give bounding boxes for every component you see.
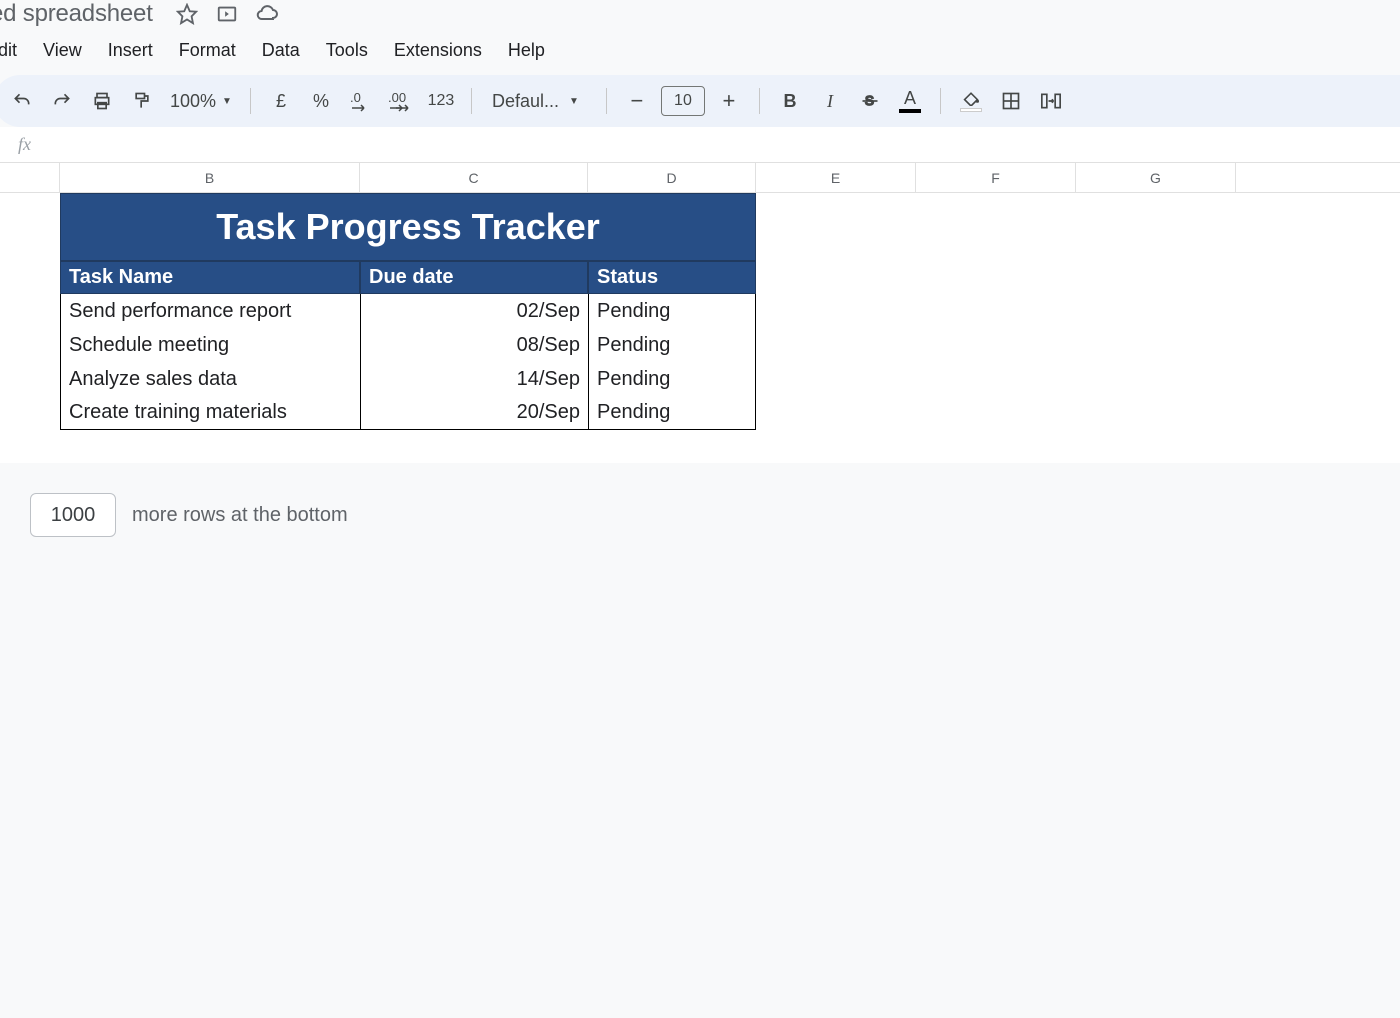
cell-due-date[interactable]: 20/Sep (360, 396, 588, 430)
increase-font-size-button[interactable]: + (711, 83, 747, 119)
paint-format-icon[interactable] (124, 83, 160, 119)
menu-help[interactable]: Help (496, 36, 557, 65)
svg-text:.00: .00 (388, 90, 406, 105)
column-header-c[interactable]: C (360, 163, 588, 192)
decrease-font-size-button[interactable]: − (619, 83, 655, 119)
title-row: ed spreadsheet (0, 0, 1400, 32)
table-header-row: Task Name Due date Status (60, 261, 756, 294)
add-rows-input[interactable] (30, 493, 116, 537)
select-all-corner[interactable] (0, 163, 60, 192)
table-title[interactable]: Task Progress Tracker (60, 193, 756, 261)
column-header-d[interactable]: D (588, 163, 756, 192)
header: ed spreadsheet dit View Insert Format Da… (0, 0, 1400, 127)
menu-format[interactable]: Format (167, 36, 248, 65)
merge-cells-button[interactable] (1033, 83, 1069, 119)
more-rows-label: more rows at the bottom (132, 504, 348, 527)
cell-task-name[interactable]: Send performance report (60, 294, 360, 328)
sheet-area: B C D E F G Task Progress Tracker Task N… (0, 163, 1400, 463)
increase-decimal-icon[interactable]: .00 (383, 83, 419, 119)
number-format-button[interactable]: 123 (423, 83, 459, 119)
decrease-decimal-icon[interactable]: .0 (343, 83, 379, 119)
menu-extensions[interactable]: Extensions (382, 36, 494, 65)
move-icon[interactable] (215, 2, 239, 26)
column-header-b[interactable]: B (60, 163, 360, 192)
separator (759, 88, 760, 114)
undo-icon[interactable] (4, 83, 40, 119)
menu-view[interactable]: View (31, 36, 94, 65)
font-family-value: Defaul... (492, 91, 559, 112)
cell-status[interactable]: Pending (588, 396, 756, 430)
zoom-value: 100% (170, 91, 216, 112)
separator (250, 88, 251, 114)
separator (606, 88, 607, 114)
cell-due-date[interactable]: 14/Sep (360, 362, 588, 396)
text-color-bar (899, 109, 921, 113)
svg-text:.0: .0 (350, 90, 361, 105)
column-headers: B C D E F G (0, 163, 1400, 193)
table-header-status[interactable]: Status (588, 261, 756, 294)
fill-color-bar (960, 108, 982, 112)
menu-tools[interactable]: Tools (314, 36, 380, 65)
star-icon[interactable] (175, 2, 199, 26)
grid-body[interactable]: Task Progress Tracker Task Name Due date… (0, 193, 1400, 463)
column-header-g[interactable]: G (1076, 163, 1236, 192)
cell-due-date[interactable]: 02/Sep (360, 294, 588, 328)
bold-button[interactable]: B (772, 83, 808, 119)
menu-bar: dit View Insert Format Data Tools Extens… (0, 32, 1400, 75)
redo-icon[interactable] (44, 83, 80, 119)
table-row: Analyze sales data 14/Sep Pending (60, 362, 756, 396)
format-percent-button[interactable]: % (303, 83, 339, 119)
formula-bar[interactable]: fx (0, 127, 1400, 163)
table-row: Send performance report 02/Sep Pending (60, 294, 756, 328)
strikethrough-button[interactable]: S (852, 83, 888, 119)
table-row: Create training materials 20/Sep Pending (60, 396, 756, 430)
toolbar: 100% ▼ £ % .0 .00 123 Defaul... ▼ − + B … (0, 75, 1400, 127)
menu-data[interactable]: Data (250, 36, 312, 65)
column-header-f[interactable]: F (916, 163, 1076, 192)
menu-edit[interactable]: dit (0, 36, 29, 65)
cell-due-date[interactable]: 08/Sep (360, 328, 588, 362)
menu-insert[interactable]: Insert (96, 36, 165, 65)
separator (940, 88, 941, 114)
fx-icon: fx (18, 134, 31, 155)
fill-color-button[interactable] (953, 83, 989, 119)
table-header-taskname[interactable]: Task Name (60, 261, 360, 294)
column-header-e[interactable]: E (756, 163, 916, 192)
chevron-down-icon: ▼ (222, 96, 232, 107)
italic-button[interactable]: I (812, 83, 848, 119)
table-header-duedate[interactable]: Due date (360, 261, 588, 294)
paint-bucket-icon (961, 90, 981, 106)
font-family-dropdown[interactable]: Defaul... ▼ (484, 91, 594, 112)
table-row: Schedule meeting 08/Sep Pending (60, 328, 756, 362)
text-color-letter: A (904, 89, 916, 107)
cell-task-name[interactable]: Create training materials (60, 396, 360, 430)
cell-task-name[interactable]: Analyze sales data (60, 362, 360, 396)
font-size-group: − + (619, 83, 747, 119)
chevron-down-icon: ▼ (569, 96, 579, 107)
separator (471, 88, 472, 114)
cell-task-name[interactable]: Schedule meeting (60, 328, 360, 362)
task-table: Task Progress Tracker Task Name Due date… (60, 193, 756, 430)
text-color-button[interactable]: A (892, 83, 928, 119)
zoom-dropdown[interactable]: 100% ▼ (164, 91, 238, 112)
font-size-input[interactable] (661, 86, 705, 116)
cloud-saved-icon[interactable] (255, 2, 279, 26)
borders-button[interactable] (993, 83, 1029, 119)
cell-status[interactable]: Pending (588, 328, 756, 362)
cell-status[interactable]: Pending (588, 362, 756, 396)
print-icon[interactable] (84, 83, 120, 119)
cell-status[interactable]: Pending (588, 294, 756, 328)
format-currency-button[interactable]: £ (263, 83, 299, 119)
add-rows-footer: more rows at the bottom (0, 463, 1400, 537)
document-title[interactable]: ed spreadsheet (0, 0, 153, 28)
